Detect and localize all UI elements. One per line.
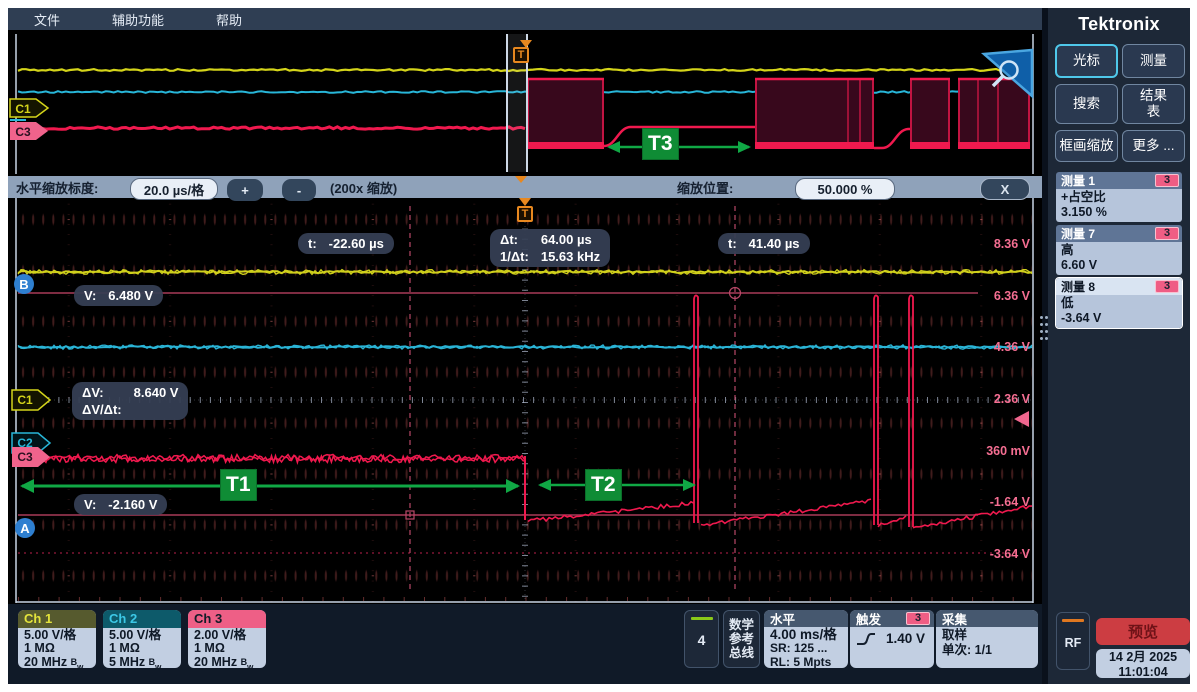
acquisition-tile[interactable]: 采集 取样 单次: 1/1 (936, 610, 1038, 668)
overview-plot: T C1 C3 T3 (8, 30, 1042, 176)
trigger-tile[interactable]: 触发 3 1.40 V (850, 610, 934, 668)
zoom-scale-value[interactable]: 20.0 µs/格 (130, 178, 218, 200)
time: 11:01:04 (1096, 665, 1190, 680)
menu-utility[interactable]: 辅助功能 (112, 10, 164, 29)
source-badge: 3 (1155, 174, 1179, 187)
ch2-trace (18, 345, 1032, 349)
rf-color-bar (1062, 619, 1084, 622)
axis-label: -3.64 V (968, 547, 1030, 561)
tektronix-logo: Tektronix (1048, 14, 1190, 35)
t1-arrow (20, 479, 520, 493)
panel-drag-handle[interactable] (1040, 316, 1043, 319)
draw-box-zoom-button[interactable]: 框画缩放 (1055, 130, 1118, 162)
ch3-level-arrow[interactable] (1014, 411, 1029, 427)
datetime-tile: 14 2月 2025 11:01:04 (1096, 649, 1190, 678)
horizontal-tile[interactable]: 水平 4.00 ms/格 SR: 125 ... RL: 5 Mpts (764, 610, 848, 668)
zoom-close-button[interactable]: X (980, 178, 1030, 200)
sidebar: Tektronix 光标 测量 搜索 结果 表 框画缩放 更多 ... 测量 1… (1048, 8, 1190, 684)
measurement-card-7[interactable]: 测量 7 3 高 6.60 V (1056, 225, 1182, 275)
cursors-button[interactable]: 光标 (1055, 44, 1118, 78)
source-badge: 3 (1155, 280, 1179, 293)
axis-label: 8.36 V (968, 237, 1030, 251)
cursor-dv-readout[interactable]: ΔV:8.640 V ΔV/Δt: (72, 382, 188, 420)
zoom-position-label: 缩放位置: (677, 176, 733, 198)
trigger-tick-icon (515, 176, 527, 198)
menu-bar: 文件 辅助功能 帮助 (8, 8, 1042, 30)
ch3-burst-4 (958, 78, 1030, 149)
axis-label: -1.64 V (968, 495, 1030, 509)
ch1-trace (18, 270, 1032, 275)
zoom-scale-label: 水平缩放标度: (16, 176, 98, 198)
channel-1-badge[interactable]: Ch 1 5.00 V/格 1 MΩ 20 MHz Bw (18, 610, 96, 668)
cursor-b-badge[interactable]: B (14, 274, 34, 294)
t1-label: T1 (220, 469, 257, 501)
menu-file[interactable]: 文件 (34, 10, 60, 29)
measurement-card-1[interactable]: 测量 1 3 +占空比 3.150 % (1056, 172, 1182, 222)
cursor-vbottom-readout[interactable]: V:-2.160 V (74, 494, 167, 515)
ch2-tag[interactable]: C2 (10, 436, 40, 450)
search-button[interactable]: 搜索 (1055, 84, 1118, 124)
ch4-color-bar (691, 617, 713, 620)
date: 14 2月 2025 (1096, 650, 1190, 665)
zoom-factor-label: (200x 缩放) (330, 176, 397, 198)
cursor-a-badge[interactable]: A (15, 518, 35, 538)
zoom-position-value[interactable]: 50.000 % (795, 178, 895, 200)
ch3-burst-1 (527, 78, 604, 149)
ch3-tag[interactable]: C3 (10, 450, 40, 464)
axis-label: 6.36 V (968, 289, 1030, 303)
measurement-card-8[interactable]: 测量 8 3 低 -3.64 V (1056, 278, 1182, 328)
ch3-tag-overview[interactable]: C3 (8, 125, 38, 139)
cursor-t1-readout[interactable]: t:-22.60 µs (298, 233, 394, 254)
ch3-trace-overview (18, 127, 525, 129)
cursor-vtop-readout[interactable]: V:6.480 V (74, 285, 163, 306)
trigger-source-badge: 3 (906, 612, 930, 625)
waveform-area: T C1 C3 T3 水平缩放标度: 20.0 µs/格 + - (200x 缩… (8, 30, 1042, 612)
math-ref-bus-tile[interactable]: 数学 参考 总线 (723, 610, 760, 668)
channel-3-badge[interactable]: Ch 3 2.00 V/格 1 MΩ 20 MHz Bw (188, 610, 266, 668)
ch3-burst-2 (755, 78, 874, 149)
results-table-button[interactable]: 结果 表 (1122, 84, 1185, 124)
trigger-marker-main[interactable]: T (517, 206, 533, 222)
ch3-burst-3 (910, 78, 950, 149)
t3-arrow (607, 141, 751, 153)
bottom-bar: Ch 1 5.00 V/格 1 MΩ 20 MHz Bw Ch 2 5.00 V… (8, 604, 1042, 684)
trigger-marker-overview[interactable]: T (513, 47, 529, 63)
ch1-tag[interactable]: C1 (10, 393, 40, 407)
preview-button[interactable]: 预览 (1096, 618, 1190, 645)
cursor-delta-readout[interactable]: Δt:64.00 µs 1/Δt:15.63 kHz (490, 229, 610, 267)
zoom-control-bar: 水平缩放标度: 20.0 µs/格 + - (200x 缩放) 缩放位置: 50… (8, 176, 1042, 198)
measure-button[interactable]: 测量 (1122, 44, 1185, 78)
trigger-arrow-icon (519, 198, 531, 206)
cursor-t2-readout[interactable]: t:41.40 µs (718, 233, 810, 254)
axis-label: 2.36 V (968, 392, 1030, 406)
source-badge: 3 (1155, 227, 1179, 240)
rising-edge-icon (856, 632, 876, 646)
menu-help[interactable]: 帮助 (216, 10, 242, 29)
axis-label: 360 mV (968, 444, 1030, 458)
rf-tile[interactable]: RF (1056, 612, 1090, 670)
t3-label: T3 (642, 128, 679, 160)
app-window: 文件 辅助功能 帮助 (8, 8, 1190, 684)
axis-label: 4.36 V (968, 340, 1030, 354)
channel-2-badge[interactable]: Ch 2 5.00 V/格 1 MΩ 5 MHz Bw (103, 610, 181, 668)
oscilloscope-screen: 文件 辅助功能 帮助 (0, 0, 1197, 692)
ch1-tag-overview[interactable]: C1 (8, 102, 38, 116)
add-channel-4-tile[interactable]: 4 (684, 610, 719, 668)
t2-label: T2 (585, 469, 622, 501)
more-button[interactable]: 更多 ... (1122, 130, 1185, 162)
main-plot: T t:-22.60 µs Δt:64.00 µs 1/Δt:15.63 kHz… (8, 198, 1042, 605)
